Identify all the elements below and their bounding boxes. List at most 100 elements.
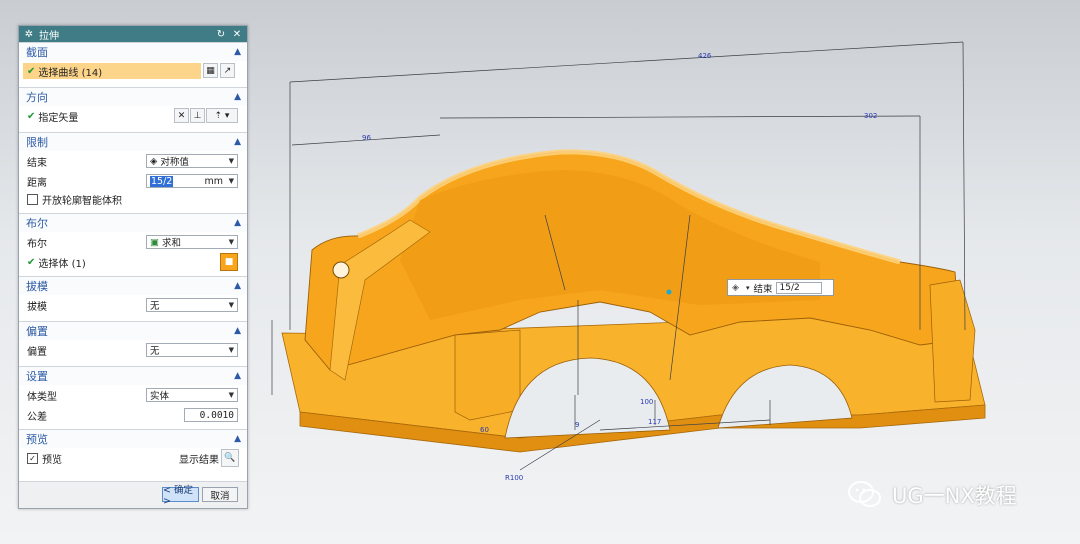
section-header-direction[interactable]: 方向 ▲ xyxy=(19,87,247,106)
offset-select-value: 无 xyxy=(150,346,160,357)
body-icon[interactable]: ■ xyxy=(220,253,238,271)
limit-widget-input[interactable]: 15/2 xyxy=(775,281,822,294)
section-header-offset[interactable]: 偏置 ▲ xyxy=(19,321,247,340)
right-block xyxy=(929,279,976,403)
vector-flip-icon[interactable]: ✕ xyxy=(174,108,189,123)
dialog-title: 拉伸 xyxy=(39,30,59,42)
boolean-select-value: 求和 xyxy=(161,238,181,249)
body-icon: ◈ xyxy=(150,155,158,167)
select-curve-row[interactable]: ✔ 选择曲线 (14) ▦ ↗ xyxy=(19,61,247,81)
origin-point xyxy=(666,289,672,295)
boolean-title: 布尔 xyxy=(26,217,48,230)
select-body-label: 选择体 (1) xyxy=(38,258,86,270)
specify-vector-row[interactable]: ✔ 指定矢量 ✕ ⊥ ⇡ ▾ xyxy=(19,106,247,126)
settings-title: 设置 xyxy=(26,370,48,383)
limits-title: 限制 xyxy=(26,136,48,149)
chevron-down-icon: ▼ xyxy=(228,238,234,246)
end-select-value: 对称值 xyxy=(160,157,189,168)
offset-title: 偏置 xyxy=(26,325,48,338)
preview-label: 预览 xyxy=(42,454,62,466)
curve-select-icon[interactable]: ▦ xyxy=(203,63,218,78)
body-type-row: 体类型 实体 ▼ xyxy=(19,385,247,405)
dim-r100: R100 xyxy=(505,474,523,482)
body-type-select[interactable]: 实体 ▼ xyxy=(146,388,238,402)
check-icon: ✔ xyxy=(27,110,36,122)
left-block xyxy=(454,329,521,421)
section-header-section[interactable]: 截面 ▲ xyxy=(19,42,247,61)
chevron-up-icon[interactable]: ▲ xyxy=(234,218,241,228)
body-type-select-value: 实体 xyxy=(150,391,170,402)
section-title: 截面 xyxy=(26,46,48,59)
dim-60: 60 xyxy=(480,426,489,434)
chevron-down-icon: ▼ xyxy=(228,391,234,399)
mounting-hole xyxy=(332,261,350,279)
cancel-button[interactable]: 取消 xyxy=(202,487,238,502)
section-header-boolean[interactable]: 布尔 ▲ xyxy=(19,213,247,232)
wechat-icon xyxy=(848,481,881,507)
distance-input[interactable]: 15/2 mm ▼ xyxy=(146,174,238,188)
watermark-text: UG一NX教程 xyxy=(892,484,1017,508)
open-profile-checkbox[interactable] xyxy=(27,193,38,205)
limit-widget-label: 结束 xyxy=(753,283,773,295)
distance-value[interactable]: 15/2 xyxy=(150,175,174,187)
tolerance-value[interactable]: 0.0010 xyxy=(200,410,234,421)
direction-title: 方向 xyxy=(26,91,48,104)
end-limit-handle-widget: ◈ ▾ 结束 15/2 xyxy=(727,279,834,296)
preview-checkbox[interactable]: ✓ xyxy=(27,452,38,464)
dim-96: 96 xyxy=(362,134,371,142)
unite-icon: ▣ xyxy=(150,236,159,248)
select-body-row[interactable]: ✔ 选择体 (1) ■ xyxy=(19,252,247,272)
tolerance-input[interactable]: 0.0010 xyxy=(184,408,238,422)
dim-117: 117 xyxy=(648,418,661,426)
draft-select[interactable]: 无 ▼ xyxy=(146,298,238,312)
draft-row: 拔模 无 ▼ xyxy=(19,295,247,315)
chevron-down-icon: ▼ xyxy=(228,346,234,354)
chevron-down-icon: ▼ xyxy=(228,301,234,309)
distance-unit: mm xyxy=(204,175,223,187)
chevron-up-icon[interactable]: ▲ xyxy=(234,281,241,291)
chevron-up-icon[interactable]: ▲ xyxy=(234,326,241,336)
chevron-down-icon: ▼ xyxy=(228,157,234,165)
dim-302: 302 xyxy=(864,112,877,120)
gear-icon[interactable]: ✲ xyxy=(23,29,35,40)
draft-title: 拔模 xyxy=(26,280,48,293)
boolean-select[interactable]: ▣ 求和 ▼ xyxy=(146,235,238,249)
magnifier-icon[interactable]: 🔍 xyxy=(221,449,239,467)
vector-dropdown[interactable]: ⇡ ▾ xyxy=(206,108,238,123)
section-header-limits[interactable]: 限制 ▲ xyxy=(19,132,247,151)
boolean-row: 布尔 ▣ 求和 ▼ xyxy=(19,232,247,252)
vector-icon[interactable]: ⊥ xyxy=(190,108,205,123)
reset-icon[interactable]: ↻ xyxy=(215,29,227,40)
close-icon[interactable]: ✕ xyxy=(231,29,243,40)
chevron-down-icon[interactable]: ▾ xyxy=(746,284,750,292)
tolerance-row: 公差 0.0010 xyxy=(19,405,247,425)
preview-row: ✓ 预览 显示结果 🔍 xyxy=(19,448,247,468)
distance-row: 距离 15/2 mm ▼ xyxy=(19,171,247,191)
show-result-label[interactable]: 显示结果 xyxy=(179,451,219,466)
dim-100: 100 xyxy=(640,398,653,406)
watermark: UG一NX教程 xyxy=(848,480,1017,510)
draft-select-value: 无 xyxy=(150,301,160,312)
section-header-draft[interactable]: 拔模 ▲ xyxy=(19,276,247,295)
body-icon[interactable]: ◈ xyxy=(732,283,746,293)
preview-title: 预览 xyxy=(26,433,48,446)
dim-overall: 426 xyxy=(698,52,712,60)
offset-select[interactable]: 无 ▼ xyxy=(146,343,238,357)
chevron-up-icon[interactable]: ▲ xyxy=(234,92,241,102)
chevron-up-icon[interactable]: ▲ xyxy=(234,434,241,444)
chevron-up-icon[interactable]: ▲ xyxy=(234,47,241,57)
open-profile-row[interactable]: 开放轮廓智能体积 xyxy=(19,191,247,207)
section-header-settings[interactable]: 设置 ▲ xyxy=(19,366,247,385)
chevron-down-icon: ▼ xyxy=(228,177,234,185)
dim-9: 9 xyxy=(575,421,579,429)
ok-button[interactable]: < 确定 > xyxy=(162,485,199,507)
check-icon: ✔ xyxy=(27,256,36,268)
dialog-titlebar[interactable]: ✲ 拉伸 ↻ ✕ xyxy=(19,26,247,42)
end-select[interactable]: ◈ 对称值 ▼ xyxy=(146,154,238,168)
offset-row: 偏置 无 ▼ xyxy=(19,340,247,360)
section-header-preview[interactable]: 预览 ▲ xyxy=(19,429,247,448)
chevron-up-icon[interactable]: ▲ xyxy=(234,137,241,147)
chevron-up-icon[interactable]: ▲ xyxy=(234,371,241,381)
sketch-icon[interactable]: ↗ xyxy=(220,63,235,78)
extrude-dialog: ✲ 拉伸 ↻ ✕ 截面 ▲ ✔ 选择曲线 (14) ▦ ↗ 方向 ▲ ✔ 指定矢… xyxy=(18,25,248,509)
